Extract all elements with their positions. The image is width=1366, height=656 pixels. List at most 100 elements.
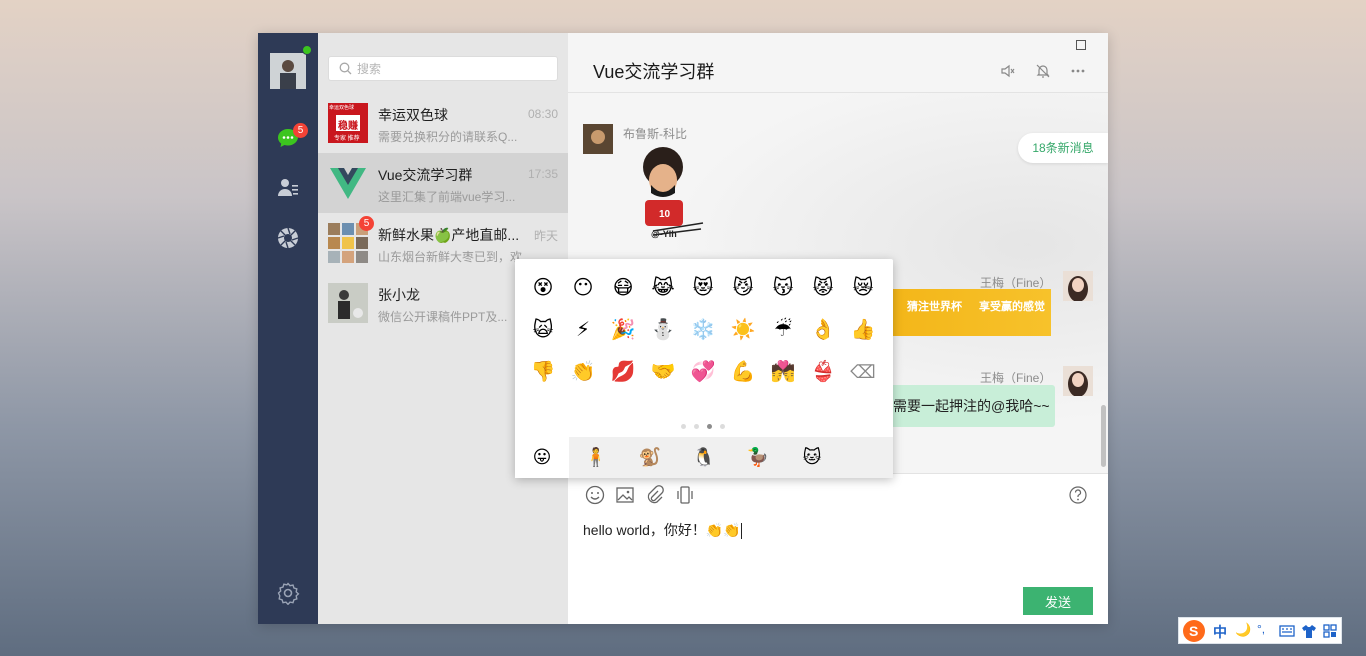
- page-dot[interactable]: [720, 424, 725, 429]
- compose-input[interactable]: hello world，你好！👏👏: [583, 520, 742, 540]
- emoji-cell[interactable]: 😾: [808, 273, 838, 303]
- send-button[interactable]: 发送: [1023, 587, 1093, 615]
- conversation-name: Vue交流学习群: [378, 167, 473, 183]
- emoji-cell[interactable]: 🤝: [648, 357, 678, 387]
- sticker-image[interactable]: 10 @-Ylh: [623, 145, 713, 245]
- conversation-name: 新鲜水果🍏产地直邮...: [378, 227, 520, 243]
- emoji-cell[interactable]: 😹: [648, 273, 678, 303]
- emoji-cell[interactable]: 💏: [768, 357, 798, 387]
- ime-toolbar: S 中 🌙 °,: [1178, 617, 1342, 644]
- emoji-cell[interactable]: 😷: [608, 273, 638, 303]
- shake-phone-icon[interactable]: [675, 485, 695, 510]
- image-icon[interactable]: [615, 485, 635, 510]
- ime-toolbox-grid-icon[interactable]: [1323, 624, 1337, 643]
- emoji-cell[interactable]: ⛄: [648, 315, 678, 345]
- conversation-item-vue-group[interactable]: Vue交流学习群 17:35 这里汇集了前端vue学习...: [318, 153, 568, 213]
- mute-bell-icon[interactable]: [1035, 63, 1051, 84]
- ime-mode-label[interactable]: 中: [1213, 622, 1227, 642]
- emoji-cell[interactable]: 💞: [688, 357, 718, 387]
- emoji-cell[interactable]: 😼: [728, 273, 758, 303]
- emoji-tab-sticker-5[interactable]: 🐱: [785, 437, 839, 478]
- emoji-cell[interactable]: 👌: [808, 315, 838, 345]
- emoji-cell[interactable]: 💋: [608, 357, 638, 387]
- search-box[interactable]: [328, 56, 558, 81]
- sticker-tag: @-Ylh: [651, 229, 677, 239]
- conversation-item-lottery[interactable]: 幸运双色球 稳赚 专家 推荐 幸运双色球 08:30 需要兑换积分的请联系Q..…: [318, 93, 568, 153]
- online-status-icon: [302, 45, 312, 55]
- emoji-smile-icon[interactable]: [585, 485, 605, 510]
- emoji-cell[interactable]: 😶: [568, 273, 598, 303]
- conversation-preview: 需要兑换积分的请联系Q...: [378, 130, 518, 144]
- help-question-icon[interactable]: [1068, 485, 1088, 510]
- maximize-button[interactable]: [1076, 40, 1086, 50]
- speaker-icon[interactable]: [1000, 63, 1016, 84]
- emoji-cell[interactable]: 🎉: [608, 315, 638, 345]
- ime-keyboard-icon[interactable]: [1279, 624, 1295, 643]
- backspace-icon[interactable]: ⌫: [848, 357, 878, 387]
- emoji-cell[interactable]: 😿: [848, 273, 878, 303]
- sender-avatar[interactable]: [1063, 271, 1093, 302]
- emoji-cell[interactable]: ❄️: [688, 315, 718, 345]
- conversation-time: 17:35: [527, 167, 558, 181]
- emoji-tab-sticker-3[interactable]: 🐧: [677, 437, 731, 478]
- lottery-avatar-top-text: 幸运双色球: [329, 105, 355, 111]
- ime-moon-icon[interactable]: 🌙: [1235, 622, 1251, 638]
- lottery-avatar-bottom-text: 专家 推荐: [334, 136, 360, 142]
- lottery-avatar: 幸运双色球 稳赚 专家 推荐: [328, 103, 368, 143]
- emoji-cell[interactable]: 😵: [528, 273, 558, 303]
- sender-name: 布鲁斯-科比: [623, 127, 687, 141]
- emoji-tab-sticker-2[interactable]: 🐒: [623, 437, 677, 478]
- conversation-time: 08:30: [527, 107, 558, 121]
- ime-punct-icon[interactable]: °,: [1257, 622, 1265, 636]
- banner-right-text: 享受赢的感觉: [979, 301, 1045, 313]
- chat-unread-badge: 5: [293, 123, 308, 138]
- emoji-cell[interactable]: 👎: [528, 357, 558, 387]
- settings-gear-icon[interactable]: [276, 581, 300, 606]
- moments-icon[interactable]: [276, 226, 300, 250]
- sender-avatar[interactable]: [583, 124, 613, 154]
- emoji-cell[interactable]: 💪: [728, 357, 758, 387]
- sogou-logo-icon[interactable]: S: [1182, 619, 1206, 648]
- emoji-cell[interactable]: 👍: [848, 315, 878, 345]
- emoji-cell[interactable]: 👏: [568, 357, 598, 387]
- ime-skin-shirt-icon[interactable]: [1301, 624, 1317, 643]
- sender-name: 王梅（Fine）: [980, 371, 1052, 385]
- emoji-tab-sticker-1[interactable]: 🧍: [569, 437, 623, 478]
- conversation-name: 张小龙: [378, 287, 420, 303]
- emoji-category-tabs: 😛 🧍 🐒 🐧 🦆 🐱: [515, 437, 893, 478]
- emoji-cell[interactable]: 🙀: [528, 315, 558, 345]
- left-nav: 5: [258, 33, 318, 624]
- emoji-cell[interactable]: ☀️: [728, 315, 758, 345]
- sender-avatar[interactable]: [1063, 366, 1093, 397]
- unread-badge: 5: [359, 216, 374, 231]
- page-dot-active[interactable]: [707, 424, 712, 429]
- my-avatar[interactable]: [270, 53, 306, 89]
- message-editor: hello world，你好！👏👏 发送: [568, 473, 1108, 624]
- page-dot[interactable]: [681, 424, 686, 429]
- emoji-cell[interactable]: 😻: [688, 273, 718, 303]
- emoji-tab-sticker-4[interactable]: 🦆: [731, 437, 785, 478]
- vue-logo-icon: [328, 163, 368, 203]
- emoji-picker: 😵 😶 😷 😹 😻 😼 😽 😾 😿 🙀 ⚡ 🎉 ⛄ ❄️ ☀️ ☔ 👌 👍 👎 …: [515, 259, 893, 478]
- zhang-avatar: [328, 283, 368, 323]
- conversation-time: 昨天: [533, 229, 558, 243]
- message-scrollbar[interactable]: [1101, 405, 1106, 467]
- message-bubble: 需要一起押注的@我哈~~: [883, 385, 1055, 427]
- new-messages-pill[interactable]: 18条新消息: [1018, 133, 1108, 163]
- page-dot[interactable]: [694, 424, 699, 429]
- contacts-icon[interactable]: [276, 176, 300, 200]
- conversation-name: 幸运双色球: [378, 107, 448, 123]
- attachment-clip-icon[interactable]: [645, 485, 665, 510]
- emoji-cell[interactable]: ⚡: [568, 315, 598, 345]
- more-options-icon[interactable]: [1070, 63, 1086, 84]
- emoji-cell[interactable]: ☔: [768, 315, 798, 345]
- worldcup-banner-image[interactable]: 猜注世界杯 享受赢的感觉: [891, 289, 1051, 336]
- emoji-cell[interactable]: 👙: [808, 357, 838, 387]
- compose-text: hello world，你好！👏👏: [583, 522, 741, 538]
- search-input[interactable]: [357, 57, 547, 80]
- lottery-avatar-mid-text: 稳赚: [338, 121, 358, 132]
- emoji-tab-default[interactable]: 😛: [515, 437, 569, 478]
- emoji-cell[interactable]: 😽: [768, 273, 798, 303]
- emoji-page-dots: [681, 416, 733, 434]
- svg-text:S: S: [1189, 623, 1198, 639]
